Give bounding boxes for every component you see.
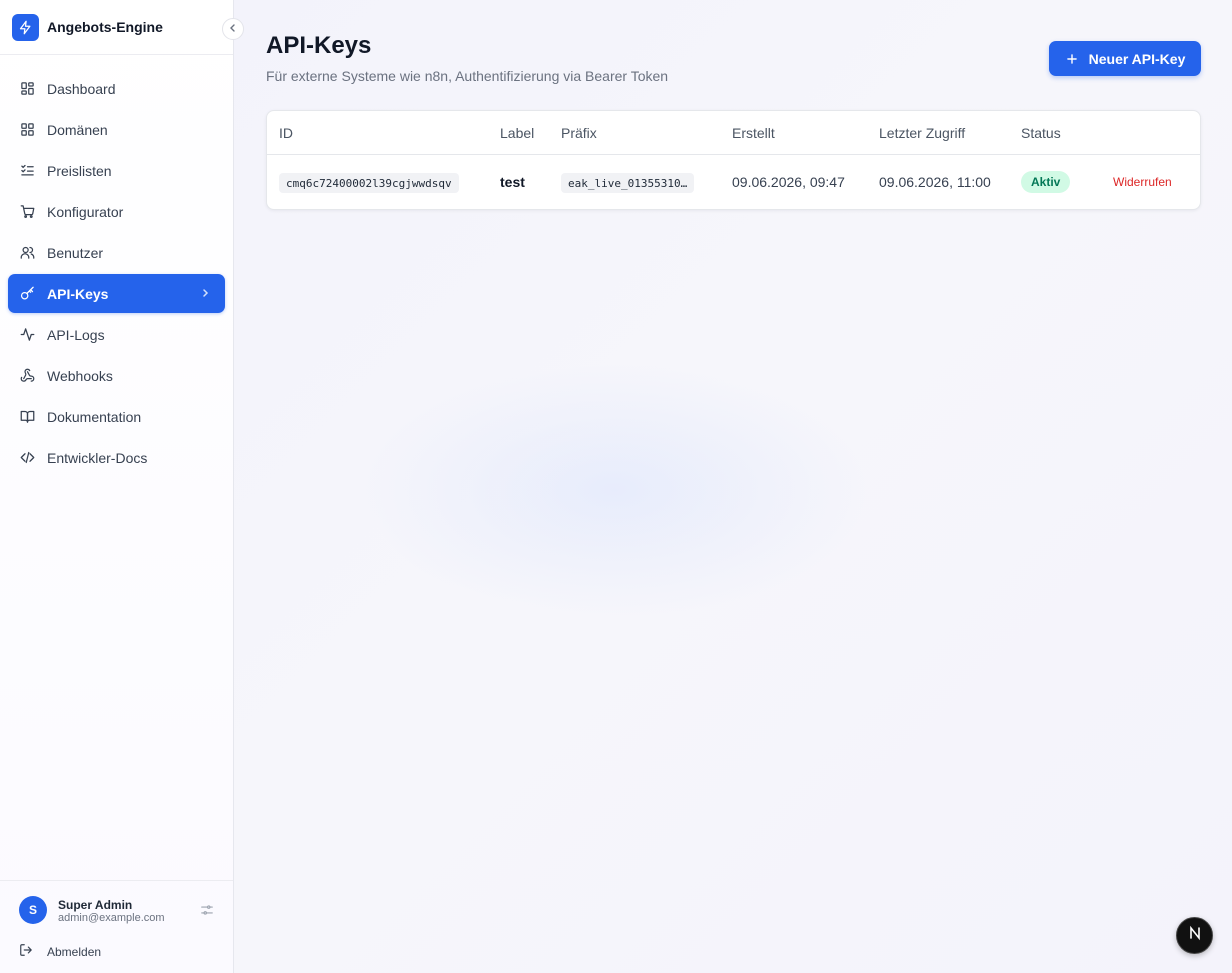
new-api-key-button[interactable]: Neuer API-Key	[1049, 41, 1201, 76]
key-created: 09.06.2026, 09:47	[732, 174, 845, 190]
book-icon	[20, 409, 35, 424]
main-content: API-Keys Für externe Systeme wie n8n, Au…	[234, 0, 1232, 973]
list-checks-icon	[20, 163, 35, 178]
webhook-icon	[20, 368, 35, 383]
sidebar-item-label: API-Keys	[47, 285, 109, 302]
bolt-icon	[12, 13, 39, 41]
avatar[interactable]: S	[19, 896, 47, 924]
activity-icon	[20, 327, 35, 342]
sidebar-item-api-keys[interactable]: API-Keys	[8, 274, 225, 313]
sidebar-item-api-logs[interactable]: API-Logs	[8, 315, 225, 354]
user-name: Super Admin	[58, 898, 133, 912]
sidebar-collapse-button[interactable]	[222, 18, 244, 40]
app-name: Angebots-Engine	[47, 19, 163, 35]
column-header-id: ID	[279, 125, 293, 141]
sidebar-item-label: Dashboard	[47, 80, 116, 97]
logout-icon	[19, 943, 33, 960]
sliders-icon[interactable]	[200, 903, 214, 922]
sidebar-item-benutzer[interactable]: Benutzer	[8, 233, 225, 272]
sidebar-item-label: Benutzer	[47, 244, 104, 261]
user-block: S Super Admin admin@example.com Abmelden	[0, 880, 233, 973]
column-header-created: Erstellt	[732, 125, 775, 141]
sidebar-item-preislisten[interactable]: Preislisten	[8, 151, 225, 190]
n-logo-icon	[1187, 925, 1203, 946]
key-label: test	[500, 174, 525, 190]
sidebar-item-label: Entwickler-Docs	[47, 449, 148, 466]
key-prefix: eak_live_01355310…	[561, 173, 695, 193]
revoke-button[interactable]: Widerrufen	[1113, 175, 1172, 189]
sidebar-item-domaenen[interactable]: Domänen	[8, 110, 225, 149]
sidebar-item-entwickler-docs[interactable]: Entwickler-Docs	[8, 438, 225, 477]
grid-icon	[20, 81, 35, 96]
grid-icon	[20, 122, 35, 137]
logout-label: Abmelden	[47, 944, 102, 959]
sidebar-item-konfigurator[interactable]: Konfigurator	[8, 192, 225, 231]
new-api-key-label: Neuer API-Key	[1088, 50, 1186, 67]
dev-tools-button[interactable]	[1176, 917, 1213, 954]
cart-icon	[20, 204, 35, 219]
sidebar-item-label: Preislisten	[47, 162, 112, 179]
sidebar-item-label: Dokumentation	[47, 408, 142, 425]
column-header-prefix: Präfix	[561, 125, 597, 141]
column-header-status: Status	[1021, 125, 1061, 141]
page-title: API-Keys	[266, 32, 372, 59]
sidebar-item-label: Konfigurator	[47, 203, 124, 220]
key-icon	[20, 286, 35, 301]
sidebar-item-label: API-Logs	[47, 326, 105, 343]
status-badge: Aktiv	[1021, 171, 1071, 193]
sidebar-item-dashboard[interactable]: Dashboard	[8, 69, 225, 108]
page-subtitle: Für externe Systeme wie n8n, Authentifiz…	[266, 68, 669, 84]
logout-button[interactable]: Abmelden	[19, 943, 101, 960]
sidebar-item-webhooks[interactable]: Webhooks	[8, 356, 225, 395]
code-icon	[20, 450, 35, 465]
column-header-label: Label	[500, 125, 535, 141]
sidebar-item-label: Domänen	[47, 121, 108, 138]
sidebar-item-label: Webhooks	[47, 367, 113, 384]
user-email: admin@example.com	[58, 912, 165, 924]
sidebar-nav: Dashboard Domänen Preislisten Konfigurat…	[0, 55, 233, 477]
plus-icon	[1065, 52, 1079, 66]
key-id: cmq6c72400002l39cgjwwdsqv	[279, 173, 459, 193]
key-last-access: 09.06.2026, 11:00	[879, 174, 991, 190]
brand[interactable]: Angebots-Engine	[0, 0, 233, 55]
column-header-last-access: Letzter Zugriff	[879, 125, 966, 141]
sidebar-item-dokumentation[interactable]: Dokumentation	[8, 397, 225, 436]
sidebar: Angebots-Engine Dashboard Domänen Preisl…	[0, 0, 234, 973]
table-header-divider	[267, 154, 1200, 155]
users-icon	[20, 245, 35, 260]
api-keys-table: ID Label Präfix Erstellt Letzter Zugriff…	[266, 110, 1201, 210]
chevron-left-icon	[228, 20, 238, 38]
chevron-right-icon	[201, 286, 211, 303]
